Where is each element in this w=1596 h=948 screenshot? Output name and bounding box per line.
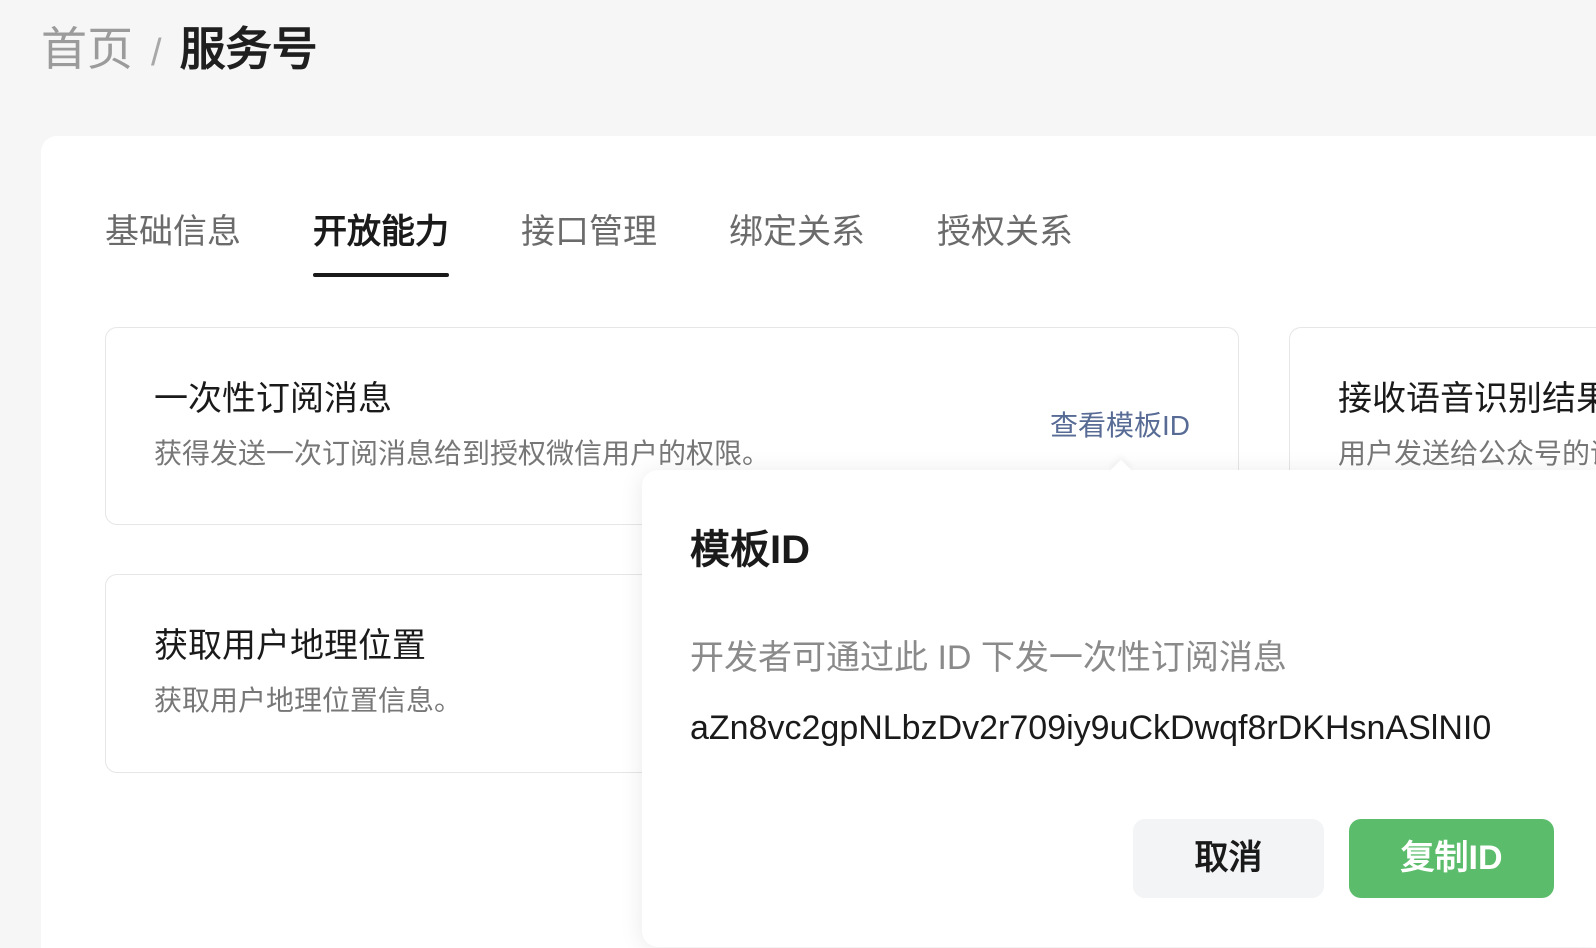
view-template-id-link[interactable]: 查看模板ID (1050, 408, 1190, 444)
capability-title: 一次性订阅消息 (154, 380, 392, 418)
cancel-button[interactable]: 取消 (1133, 819, 1324, 898)
tab-bar: 基础信息 开放能力 接口管理 绑定关系 授权关系 (105, 205, 1073, 277)
tab-label: 绑定关系 (729, 213, 865, 251)
tab-label: 开放能力 (313, 213, 449, 251)
capability-description: 用户发送给公众号的语 (1338, 438, 1596, 469)
template-id-popover: 模板ID 开发者可通过此 ID 下发一次性订阅消息 aZn8vc2gpNLbzD… (642, 459, 1596, 947)
capability-description: 获取用户地理位置信息。 (154, 685, 463, 716)
breadcrumb-current: 服务号 (179, 23, 318, 75)
popover-description: 开发者可通过此 ID 下发一次性订阅消息 (690, 639, 1287, 677)
breadcrumb-separator: / (151, 32, 162, 74)
app-root: 首页 / 服务号 基础信息 开放能力 接口管理 绑定关系 授权关系 一次性订阅消… (0, 0, 1596, 948)
popover-title: 模板ID (690, 528, 810, 572)
template-id-value: aZn8vc2gpNLbzDv2r709iy9uCkDwqf8rDKHsnASl… (690, 709, 1492, 747)
copy-id-button[interactable]: 复制ID (1349, 819, 1554, 898)
breadcrumb-home-link[interactable]: 首页 (41, 21, 133, 77)
tab-label: 接口管理 (521, 213, 657, 251)
tab-authorization-relations[interactable]: 授权关系 (937, 205, 1073, 277)
tab-active-indicator (313, 273, 449, 277)
breadcrumb: 首页 / 服务号 (41, 21, 318, 77)
tab-basic-info[interactable]: 基础信息 (105, 205, 241, 277)
tab-label: 基础信息 (105, 213, 241, 251)
tab-api-management[interactable]: 接口管理 (521, 205, 657, 277)
tab-label: 授权关系 (937, 213, 1073, 251)
capability-title: 接收语音识别结果 (1338, 380, 1596, 418)
capability-description: 获得发送一次订阅消息给到授权微信用户的权限。 (154, 438, 771, 469)
tab-open-capabilities[interactable]: 开放能力 (313, 205, 449, 277)
tab-binding-relations[interactable]: 绑定关系 (729, 205, 865, 277)
capability-title: 获取用户地理位置 (154, 627, 426, 665)
